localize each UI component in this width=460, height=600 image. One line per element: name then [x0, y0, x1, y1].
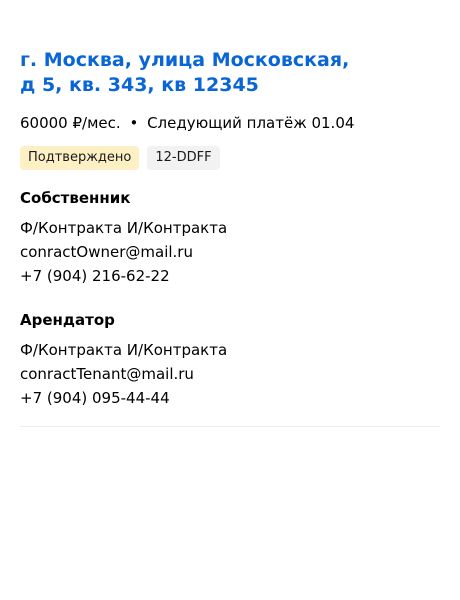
badges-row: Подтверждено 12-DDFF: [20, 146, 440, 170]
contract-id-badge: 12-DDFF: [147, 146, 220, 170]
owner-name: Ф/Контракта И/Контракта: [20, 219, 228, 237]
divider: [20, 426, 440, 427]
owner-title: Собственник: [20, 189, 131, 207]
owner-phone: +7 (904) 216-62-22: [20, 267, 170, 285]
contract-card: г. Москва, улица Московская, д 5, кв. 34…: [20, 48, 440, 427]
tenant-email: conractTenant@mail.ru: [20, 365, 194, 383]
tenant-phone: +7 (904) 095-44-44: [20, 389, 170, 407]
address-link[interactable]: г. Москва, улица Московская, д 5, кв. 34…: [20, 48, 440, 98]
tenant-section: Арендатор Ф/Контракта И/Контракта conrac…: [20, 310, 440, 410]
owner-email: conractOwner@mail.ru: [20, 243, 193, 261]
tenant-name: Ф/Контракта И/Контракта: [20, 341, 228, 359]
price-text: 60000 ₽/мес.: [20, 114, 121, 132]
tenant-title: Арендатор: [20, 311, 115, 329]
status-badge: Подтверждено: [20, 146, 140, 170]
separator-dot: •: [129, 114, 139, 132]
next-payment-text: Следующий платёж 01.04: [147, 114, 355, 132]
payment-info: 60000 ₽/мес. • Следующий платёж 01.04: [20, 113, 440, 133]
owner-section: Собственник Ф/Контракта И/Контракта conr…: [20, 188, 440, 288]
